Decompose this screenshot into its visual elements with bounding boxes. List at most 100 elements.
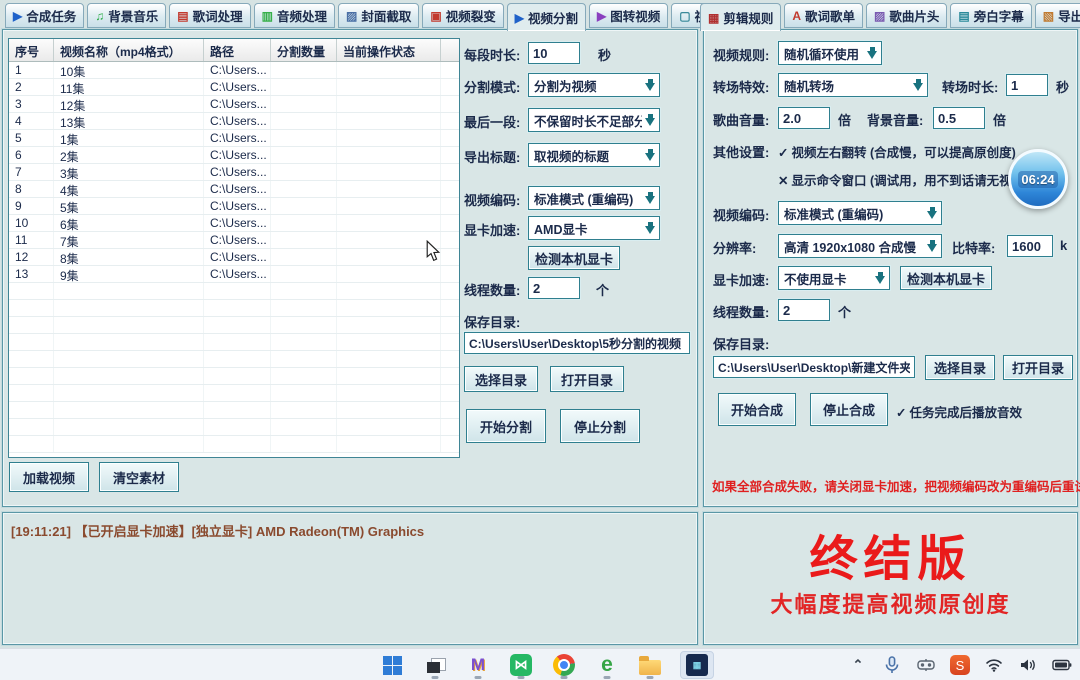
volume-icon[interactable] (1018, 654, 1038, 676)
clear-materials-button[interactable]: 清空素材 (99, 462, 179, 492)
chevron-down-icon[interactable] (642, 149, 659, 161)
stop-split-button[interactable]: 停止分割 (560, 409, 640, 443)
chevron-down-icon[interactable] (864, 47, 881, 59)
table-row[interactable]: 10 6集 C:\Users... (9, 215, 459, 232)
table-row[interactable]: 9 5集 C:\Users... (9, 198, 459, 215)
tab-cover-capture[interactable]: ▨ 封面截取 (338, 3, 419, 28)
open-dir-button[interactable]: 打开目录 (1003, 355, 1073, 380)
table-header-cell[interactable]: 分割数量 (271, 39, 337, 61)
tab-export-title[interactable]: ▧ 导出标题 (1035, 3, 1080, 28)
gpu-select[interactable]: AMD显卡 (528, 216, 660, 240)
tab-video-fission[interactable]: ▣ 视频裂变 (422, 3, 503, 28)
wifi-icon[interactable] (984, 654, 1004, 676)
chevron-down-icon[interactable] (910, 79, 927, 91)
chevron-down-icon[interactable] (924, 207, 941, 219)
table-row[interactable]: 1 10集 C:\Users... (9, 62, 459, 79)
encode-select[interactable]: 标准模式 (重编码) (528, 186, 660, 210)
table-row[interactable] (9, 368, 459, 385)
table-header-cell[interactable]: 序号 (9, 39, 54, 61)
tab-narration-subtitle[interactable]: ▤ 旁白字幕 (950, 3, 1031, 28)
input-tool-icon[interactable] (916, 654, 936, 676)
chevron-down-icon[interactable] (642, 222, 659, 234)
choose-dir-button[interactable]: 选择目录 (925, 355, 995, 380)
transition-select[interactable]: 随机转场 (778, 73, 928, 97)
table-row[interactable]: 8 4集 C:\Users... (9, 181, 459, 198)
sogou-icon[interactable]: S (950, 654, 970, 676)
chrome-icon[interactable] (550, 651, 578, 679)
detect-gpu-button[interactable]: 检测本机显卡 (900, 266, 992, 290)
save-dir-input[interactable] (464, 332, 690, 354)
chevron-down-icon[interactable] (872, 272, 889, 284)
table-row[interactable]: 5 1集 C:\Users... (9, 130, 459, 147)
table-row[interactable]: 11 7集 C:\Users... (9, 232, 459, 249)
resolution-select[interactable]: 高清 1920x1080 合成慢 (778, 234, 942, 258)
threads-input[interactable] (778, 299, 830, 321)
flip-checkbox[interactable]: ✓视频左右翻转 (合成慢，可以提高原创度) (778, 142, 1016, 161)
start-split-button[interactable]: 开始分割 (466, 409, 546, 443)
table-header-cell[interactable] (441, 39, 459, 61)
table-row[interactable]: 3 12集 C:\Users... (9, 96, 459, 113)
table-row[interactable] (9, 317, 459, 334)
windows-start-icon[interactable] (378, 651, 406, 679)
chevron-down-icon[interactable] (642, 192, 659, 204)
transition-duration-input[interactable] (1006, 74, 1048, 96)
tab-compose-task[interactable]: ▶ 合成任务 (5, 3, 84, 28)
start-compose-button[interactable]: 开始合成 (718, 393, 796, 426)
load-videos-button[interactable]: 加载视频 (9, 462, 89, 492)
bitrate-input[interactable] (1007, 235, 1053, 257)
task-view-icon[interactable] (421, 651, 449, 679)
table-row[interactable] (9, 334, 459, 351)
open-dir-button[interactable]: 打开目录 (550, 366, 624, 392)
table-row[interactable]: 6 2集 C:\Users... (9, 147, 459, 164)
video-table[interactable]: 序号视频名称（mp4格式）路径分割数量当前操作状态 1 10集 C:\Users… (8, 38, 460, 458)
table-row[interactable]: 13 9集 C:\Users... (9, 266, 459, 283)
tab-lyrics-process[interactable]: ▤ 歌词处理 (169, 3, 250, 28)
export-title-select[interactable]: 取视频的标题 (528, 143, 660, 167)
last-segment-select[interactable]: 不保留时长不足部分 (528, 108, 660, 132)
netease-app-icon[interactable]: ⋈ (507, 651, 535, 679)
encode-select[interactable]: 标准模式 (重编码) (778, 201, 942, 225)
tab-image-to-video[interactable]: ▶ 图转视频 (589, 3, 668, 28)
show-cmd-checkbox[interactable]: ✕显示命令窗口 (调试用，用不到话请无视) (778, 170, 1016, 189)
file-explorer-icon[interactable] (636, 651, 664, 679)
table-row[interactable] (9, 385, 459, 402)
battery-icon[interactable] (1052, 654, 1072, 676)
tab-bg-music[interactable]: ♫ 背景音乐 (87, 3, 166, 28)
tab-audio-process[interactable]: ▥ 音频处理 (254, 3, 335, 28)
browser-e-icon[interactable]: e (593, 651, 621, 679)
microphone-icon[interactable] (882, 654, 902, 676)
table-row[interactable] (9, 300, 459, 317)
table-header-cell[interactable]: 视频名称（mp4格式） (54, 39, 204, 61)
m-app-icon[interactable]: M (464, 651, 492, 679)
table-row[interactable] (9, 436, 459, 453)
video-rule-select[interactable]: 随机循环使用 (778, 41, 882, 65)
chevron-down-icon[interactable] (642, 79, 659, 91)
tab-video-split[interactable]: ▶ 视频分割 (507, 3, 586, 31)
table-row[interactable] (9, 402, 459, 419)
split-mode-select[interactable]: 分割为视频 (528, 73, 660, 97)
table-row[interactable]: 7 3集 C:\Users... (9, 164, 459, 181)
choose-dir-button[interactable]: 选择目录 (464, 366, 538, 392)
table-header-cell[interactable]: 当前操作状态 (337, 39, 441, 61)
table-row[interactable]: 2 11集 C:\Users... (9, 79, 459, 96)
segment-duration-input[interactable] (528, 42, 580, 64)
tab-song-intro[interactable]: ▨ 歌曲片头 (866, 3, 947, 28)
threads-input[interactable] (528, 277, 580, 299)
chevron-down-icon[interactable] (924, 240, 941, 252)
current-app-icon[interactable]: ▦ (679, 651, 715, 679)
table-row[interactable]: 12 8集 C:\Users... (9, 249, 459, 266)
tab-clip-rules[interactable]: ▦ 剪辑规则 (700, 3, 781, 31)
sound-checkbox[interactable]: ✓任务完成后播放音效 (896, 402, 1022, 421)
table-row[interactable] (9, 419, 459, 436)
table-row[interactable] (9, 351, 459, 368)
tray-expand-icon[interactable]: ⌃ (848, 654, 868, 676)
bg-volume-input[interactable] (933, 107, 985, 129)
stop-compose-button[interactable]: 停止合成 (810, 393, 888, 426)
floating-clock-bubble[interactable]: 06:24 (1008, 149, 1068, 209)
table-header-cell[interactable]: 路径 (204, 39, 271, 61)
gpu-select[interactable]: 不使用显卡 (778, 266, 890, 290)
chevron-down-icon[interactable] (642, 114, 659, 126)
table-row[interactable] (9, 283, 459, 300)
table-row[interactable]: 4 13集 C:\Users... (9, 113, 459, 130)
detect-gpu-button[interactable]: 检测本机显卡 (528, 246, 620, 270)
